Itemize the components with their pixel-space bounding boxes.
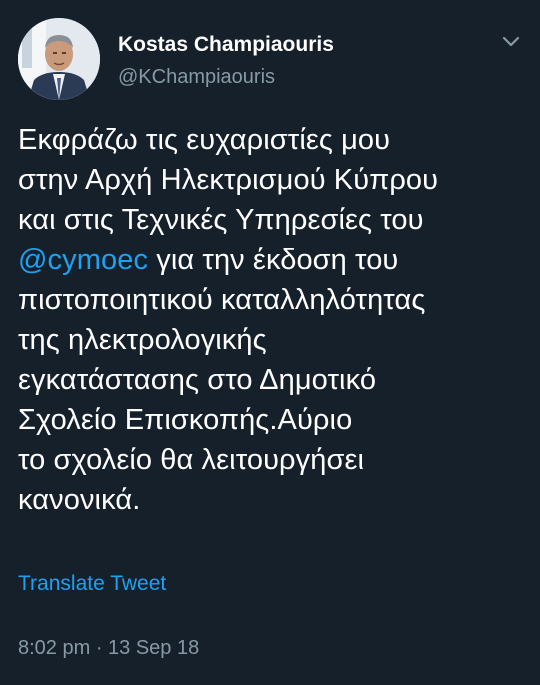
translate-tweet-link[interactable]: Translate Tweet	[18, 572, 166, 596]
tweet-line: Σχολείο Επισκοπής.Αύριο	[18, 404, 353, 436]
tweet-line: κανονικά.	[18, 484, 141, 516]
tweet-line: το σχολείο θα λειτουργήσει	[18, 444, 365, 476]
profile-photo-icon	[18, 18, 100, 100]
tweet-line: και στις Τεχνικές Υπηρεσίες του	[18, 204, 424, 236]
tweet-line: εγκατάστασης στο Δημοτικό	[18, 364, 377, 396]
tweet-text: Εκφράζω τις ευχαριστίες μου στην Αρχή Ηλ…	[18, 120, 528, 520]
tweet-header: Kostas Champiaouris @KChampiaouris	[18, 18, 528, 100]
mention-link[interactable]: @cymoec	[18, 244, 148, 276]
tweet-timestamp[interactable]: 8:02 pm · 13 Sep 18	[18, 637, 199, 660]
tweet-line: Εκφράζω τις ευχαριστίες μου	[18, 124, 391, 156]
tweet-line: της ηλεκτρολογικής	[18, 324, 267, 356]
author-names: Kostas Champiaouris @KChampiaouris	[118, 32, 334, 90]
avatar[interactable]	[18, 18, 100, 100]
tweet-line: πιστοποιητικού καταλληλότητας	[18, 284, 426, 316]
author-handle[interactable]: @KChampiaouris	[118, 64, 334, 90]
tweet-line-rest: για την έκδοση του	[148, 244, 399, 276]
chevron-down-icon[interactable]	[500, 30, 522, 52]
tweet-line-with-mention: @cymoec για την έκδοση του	[18, 240, 528, 280]
tweet-line: στην Αρχή Ηλεκτρισμού Κύπρου	[18, 164, 439, 196]
author-display-name[interactable]: Kostas Champiaouris	[118, 32, 334, 58]
